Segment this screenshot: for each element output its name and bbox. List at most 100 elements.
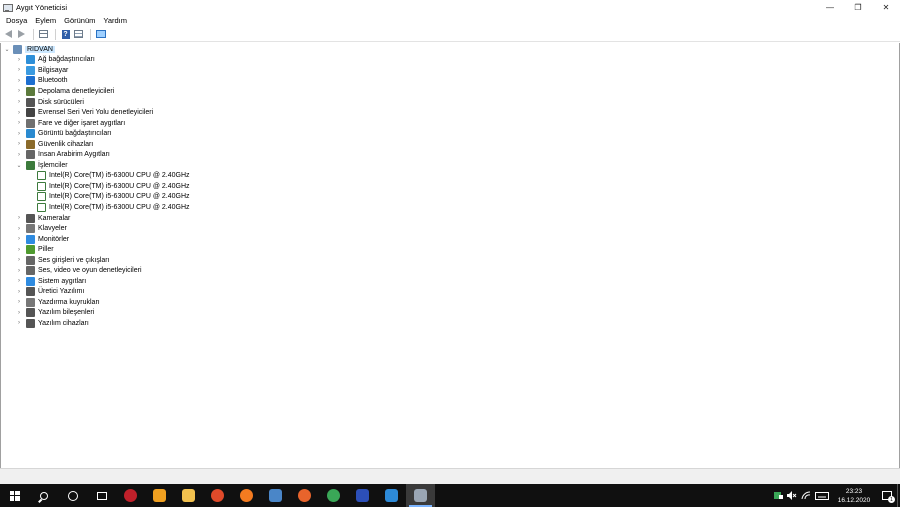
expand-icon[interactable]: › [16,109,22,117]
wifi-icon[interactable] [800,484,812,507]
expand-icon[interactable]: › [16,309,22,317]
device-manager-taskbar-button[interactable] [406,484,435,507]
app-orange-circle-icon [240,489,253,502]
expand-icon[interactable]: › [16,288,22,296]
tree-category[interactable]: ⌄ İşlemciler [1,160,899,171]
tree-category[interactable]: › Piller [1,244,899,255]
expand-icon[interactable]: › [16,77,22,85]
search-button[interactable] [29,484,58,507]
tree-category[interactable]: › Disk sürücüleri [1,97,899,108]
tree-category[interactable]: › Bluetooth [1,76,899,87]
tree-device-item[interactable]: Intel(R) Core(TM) i5-6300U CPU @ 2.40GHz [1,181,899,192]
chrome-button[interactable] [319,484,348,507]
mail-button[interactable] [377,484,406,507]
scan-hardware-icon [95,30,106,38]
tree-device-item[interactable]: Intel(R) Core(TM) i5-6300U CPU @ 2.40GHz [1,171,899,182]
app-orange-circle-button[interactable] [232,484,261,507]
tree-category[interactable]: › Monitörler [1,234,899,245]
security-tray-icon[interactable] [772,484,784,507]
menu-gorunum[interactable]: Görünüm [60,16,99,25]
search-icon [39,491,48,500]
print-queue-icon [26,297,35,307]
title-bar: Aygıt Yöneticisi — ❐ ✕ [0,0,900,14]
close-button[interactable]: ✕ [872,0,900,14]
cortana-button[interactable] [58,484,87,507]
tree-category-label: Ağ bağdaştırıcıları [38,56,95,64]
menu-yardim[interactable]: Yardım [99,16,131,25]
tree-category[interactable]: › Klavyeler [1,223,899,234]
device-tree[interactable]: ⌄ RIDVAN › Ağ bağdaştırıcıları › Bilgisayar › B… [0,43,900,468]
tree-category-label: Yazdırma kuyrukları [38,298,100,306]
start-button[interactable] [0,484,29,507]
expand-icon[interactable]: › [16,214,22,222]
storage-controller-icon [26,86,35,96]
help-button[interactable]: ? [60,29,71,40]
action-center-button[interactable]: 1 [877,484,897,507]
clock[interactable]: 23:23 16.12.2020 [835,487,873,505]
expand-icon[interactable]: › [16,267,22,275]
tree-category[interactable]: › Depolama denetleyicileri [1,86,899,97]
tree-category[interactable]: › Yazılım bileşenleri [1,308,899,319]
task-view-button[interactable] [87,484,116,507]
restore-button[interactable]: ❐ [844,0,872,14]
firefox-button[interactable] [290,484,319,507]
tree-category[interactable]: › Görüntü bağdaştırıcıları [1,128,899,139]
tree-category[interactable]: › Yazılım cihazları [1,318,899,329]
expand-icon[interactable]: › [16,225,22,233]
expand-icon[interactable]: › [16,256,22,264]
expand-icon[interactable]: › [16,277,22,285]
tree-category[interactable]: › Yazdırma kuyrukları [1,297,899,308]
tree-device-label: Intel(R) Core(TM) i5-6300U CPU @ 2.40GHz [49,182,190,190]
expand-icon[interactable]: › [16,235,22,243]
expand-icon[interactable]: › [16,130,22,138]
tree-category[interactable]: › Bilgisayar [1,65,899,76]
expand-icon[interactable]: › [16,98,22,106]
firmware-icon [26,287,35,297]
expand-icon[interactable]: › [16,298,22,306]
app-red-shield-icon [124,489,137,502]
security-device-icon [26,139,35,149]
expand-icon[interactable]: › [16,246,22,254]
tree-category[interactable]: › Evrensel Seri Veri Yolu denetleyicileri [1,107,899,118]
show-hide-console-tree-button[interactable] [38,29,49,40]
expand-icon[interactable]: › [16,56,22,64]
calculator-button[interactable] [261,484,290,507]
expand-icon[interactable]: › [16,151,22,159]
tree-category[interactable]: › Ağ bağdaştırıcıları [1,55,899,66]
app-x-button[interactable] [348,484,377,507]
tree-device-item[interactable]: Intel(R) Core(TM) i5-6300U CPU @ 2.40GHz [1,202,899,213]
app-arc-button[interactable] [203,484,232,507]
menu-dosya[interactable]: Dosya [2,16,31,25]
app-orange-triangle-button[interactable] [145,484,174,507]
expand-icon[interactable]: › [16,140,22,148]
tree-category[interactable]: › Güvenlik cihazları [1,139,899,150]
keyboard-tray-icon[interactable] [814,484,830,507]
clock-date: 16.12.2020 [837,496,871,504]
tree-category[interactable]: › Fare ve diğer işaret aygıtları [1,118,899,129]
tree-category[interactable]: › Ses girişleri ve çıkışları [1,255,899,266]
expand-icon[interactable]: › [16,87,22,95]
menu-eylem[interactable]: Eylem [31,16,60,25]
tree-category[interactable]: › Üretici Yazılımı [1,287,899,298]
expand-icon[interactable]: › [16,119,22,127]
tree-category[interactable]: › İnsan Arabirim Aygıtları [1,149,899,160]
scan-hardware-button[interactable] [95,29,106,40]
notification-count: 1 [888,496,895,503]
file-explorer-button[interactable] [174,484,203,507]
back-button[interactable] [3,29,14,40]
tree-device-item[interactable]: Intel(R) Core(TM) i5-6300U CPU @ 2.40GHz [1,192,899,203]
collapse-icon[interactable]: ⌄ [16,161,22,169]
properties-button[interactable] [73,29,84,40]
minimize-button[interactable]: — [816,0,844,14]
forward-button[interactable] [16,29,27,40]
tree-root[interactable]: ⌄ RIDVAN [1,44,899,55]
tree-category[interactable]: › Sistem aygıtları [1,276,899,287]
collapse-icon[interactable]: ⌄ [4,45,10,53]
volume-muted-icon[interactable] [786,484,798,507]
back-icon [5,30,12,38]
expand-icon[interactable]: › [16,319,22,327]
tree-category[interactable]: › Ses, video ve oyun denetleyicileri [1,265,899,276]
expand-icon[interactable]: › [16,66,22,74]
tree-category[interactable]: › Kameralar [1,213,899,224]
app-red-shield-button[interactable] [116,484,145,507]
